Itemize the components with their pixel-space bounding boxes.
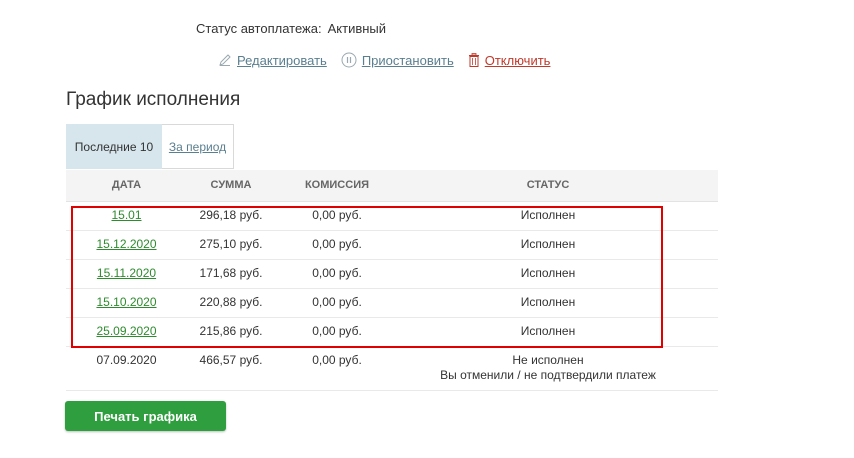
table-row: 15.01 296,18 руб. 0,00 руб. Исполнен [66, 201, 718, 231]
row-sum: 275,10 руб. [199, 237, 263, 251]
autopay-status-label: Статус автоплатежа: [196, 21, 322, 36]
print-schedule-button[interactable]: Печать графика [65, 401, 226, 431]
row-fee: 0,00 руб. [312, 237, 362, 251]
header-status: СТАТУС [526, 179, 570, 191]
row-fee: 0,00 руб. [312, 353, 362, 367]
table-row: 15.12.2020 275,10 руб. 0,00 руб. Исполне… [66, 230, 718, 260]
header-sum: СУММА [210, 179, 252, 191]
row-status: Исполнен [520, 208, 576, 222]
table-row: 15.10.2020 220,88 руб. 0,00 руб. Исполне… [66, 288, 718, 318]
row-status-note: Вы отменили / не подтвердили платеж [440, 368, 656, 382]
row-status: Не исполнен Вы отменили / не подтвердили… [428, 353, 668, 383]
pause-icon [341, 52, 357, 68]
period-tabs: Последние 10 За период [66, 124, 234, 169]
header-date: ДАТА [111, 179, 142, 191]
section-title: График исполнения [66, 89, 241, 110]
row-fee: 0,00 руб. [312, 324, 362, 338]
pause-button[interactable]: Приостановить [341, 52, 454, 68]
table-header: ДАТА СУММА КОМИССИЯ СТАТУС [66, 170, 718, 202]
row-date: 07.09.2020 [96, 353, 157, 367]
edit-label: Редактировать [237, 52, 327, 68]
row-sum: 466,57 руб. [199, 353, 263, 367]
row-date-link[interactable]: 15.01 [111, 208, 141, 222]
row-status: Исполнен [520, 266, 576, 280]
row-date-link[interactable]: 25.09.2020 [96, 324, 156, 338]
row-sum: 215,86 руб. [199, 324, 263, 338]
row-fee: 0,00 руб. [312, 266, 362, 280]
row-status: Исполнен [520, 237, 576, 251]
row-date-link[interactable]: 15.12.2020 [96, 237, 156, 251]
row-date-link[interactable]: 15.11.2020 [97, 266, 156, 280]
pencil-icon [219, 54, 231, 66]
row-date-link[interactable]: 15.10.2020 [96, 295, 156, 309]
autopay-status: Статус автоплатежа: Активный [196, 21, 386, 36]
trash-icon [468, 53, 479, 67]
edit-button[interactable]: Редактировать [218, 53, 327, 68]
header-fee: КОМИССИЯ [304, 179, 370, 191]
row-status: Исполнен [520, 295, 576, 309]
row-sum: 220,88 руб. [199, 295, 263, 309]
autopay-actions: Редактировать Приостановить Отключить [218, 52, 564, 68]
pause-label: Приостановить [361, 52, 454, 68]
table-row: 15.11.2020 171,68 руб. 0,00 руб. Исполне… [66, 259, 718, 289]
autopay-status-value: Активный [327, 21, 387, 36]
row-status-text: Не исполнен [512, 353, 584, 367]
table-row: 07.09.2020 466,57 руб. 0,00 руб. Не испо… [66, 346, 718, 391]
row-sum: 171,68 руб. [199, 266, 263, 280]
table-row: 25.09.2020 215,86 руб. 0,00 руб. Исполне… [66, 317, 718, 347]
row-fee: 0,00 руб. [312, 295, 362, 309]
row-status: Исполнен [520, 324, 576, 338]
tab-last-10[interactable]: Последние 10 [66, 124, 162, 169]
tab-period[interactable]: За период [162, 124, 234, 169]
row-sum: 296,18 руб. [199, 208, 263, 222]
disable-label: Отключить [484, 52, 551, 68]
disable-button[interactable]: Отключить [468, 52, 551, 68]
row-fee: 0,00 руб. [312, 208, 362, 222]
